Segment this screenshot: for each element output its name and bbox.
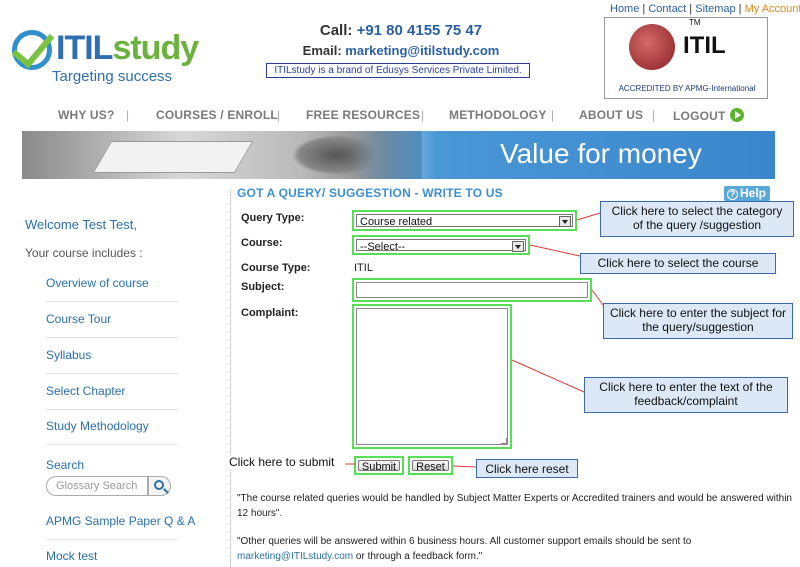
email-link[interactable]: marketing@itilstudy.com (345, 43, 499, 58)
nav-logout-label: LOGOUT (673, 109, 726, 123)
top-link-my-account[interactable]: My Account (745, 3, 800, 15)
complaint-textarea-field[interactable] (356, 308, 508, 445)
reset-button[interactable]: Reset (412, 460, 449, 473)
nav-separator: | (277, 108, 281, 122)
email-line: Email: marketing@itilstudy.com (270, 43, 532, 58)
callout-line-query-type (576, 212, 601, 221)
banner-text: Value for money (500, 138, 702, 169)
search-label: Search (46, 458, 85, 472)
resize-grip-icon[interactable] (501, 438, 507, 444)
note-course-queries: "The course related queries would be han… (237, 493, 792, 519)
search-button[interactable] (148, 476, 171, 496)
sidebar-item-apmg-sample-paper[interactable]: APMG Sample Paper Q & A (46, 514, 195, 540)
nav-courses-enroll[interactable]: COURSES / ENROLL (156, 108, 278, 122)
logo-tagline: Targeting success (52, 68, 173, 85)
glossary-search-input[interactable]: Glossary Search (46, 476, 148, 496)
sidebar-item-overview[interactable]: Overview of course (46, 276, 178, 302)
brand-line: ITILstudy is a brand of Edusys Services … (266, 63, 530, 78)
callout-line-complaint (511, 359, 585, 393)
query-type-select[interactable]: Course related (352, 210, 577, 231)
reset-button-wrap: Reset (408, 456, 453, 475)
callout-line-reset (452, 465, 477, 468)
top-link-home[interactable]: Home (610, 3, 639, 15)
sidebar-item-course-tour[interactable]: Course Tour (46, 312, 178, 338)
call-line: Call: +91 80 4155 75 47 (270, 22, 532, 39)
sidebar-item-study-methodology[interactable]: Study Methodology (46, 419, 178, 445)
nav-separator: | (551, 108, 555, 122)
welcome-text: Welcome Test Test, (25, 217, 137, 232)
help-icon: ? (727, 189, 738, 200)
main-nav: WHY US? | COURSES / ENROLL | FREE RESOUR… (0, 106, 800, 126)
sidebar-item-select-chapter[interactable]: Select Chapter (46, 384, 178, 410)
badge-tm: TM (689, 18, 701, 27)
course-type-value: ITIL (354, 262, 373, 274)
support-email-link[interactable]: marketing@ITILstudy.com (237, 551, 353, 562)
query-type-value: Course related (360, 216, 433, 228)
callout-subject: Click here to enter the subject for the … (603, 303, 793, 339)
callout-complaint: Click here to enter the text of the feed… (584, 377, 788, 413)
nav-logout[interactable]: LOGOUT (673, 108, 744, 123)
nav-about-us[interactable]: ABOUT US (579, 108, 643, 122)
callout-query-type: Click here to select the category of the… (600, 201, 794, 237)
top-links: Home | Contact | Sitemap | My Account (610, 3, 800, 15)
itil-swirl-icon (629, 24, 675, 70)
course-select[interactable]: --Select-- (352, 235, 530, 255)
logo[interactable]: ITILstudy (56, 29, 199, 67)
submit-button[interactable]: Submit (358, 460, 400, 473)
nav-separator: | (126, 108, 130, 122)
top-link-contact[interactable]: Contact (648, 3, 686, 15)
form-heading: GOT A QUERY/ SUGGESTION - WRITE TO US (237, 186, 503, 200)
call-number: +91 80 4155 75 47 (356, 22, 483, 39)
banner: Value for money (22, 131, 775, 179)
sidebar-item-syllabus[interactable]: Syllabus (46, 348, 178, 374)
search-icon (154, 480, 164, 490)
callout-course: Click here to select the course (580, 253, 776, 274)
badge-text: ITIL (683, 32, 726, 59)
chevron-down-icon (512, 241, 524, 252)
nav-free-resources[interactable]: FREE RESOURCES (306, 108, 420, 122)
course-label: Course: (241, 237, 283, 249)
course-includes-label: Your course includes : (25, 246, 143, 260)
note-other-queries: "Other queries will be answered within 6… (237, 534, 792, 564)
subject-input-field[interactable] (356, 282, 588, 298)
query-type-label: Query Type: (241, 212, 305, 224)
callout-submit: Click here to submit (229, 455, 335, 469)
top-link-sitemap[interactable]: Sitemap (695, 3, 735, 15)
complaint-textarea[interactable] (352, 304, 512, 449)
nav-separator: | (652, 108, 656, 122)
callout-line-subject (591, 289, 604, 306)
help-label: Help (740, 186, 767, 200)
course-value: --Select-- (360, 241, 406, 253)
nav-methodology[interactable]: METHODOLOGY (449, 108, 547, 122)
nav-separator: | (421, 108, 425, 122)
email-label: Email: (302, 43, 342, 58)
nav-why-us[interactable]: WHY US? (58, 108, 115, 122)
itil-accreditation-badge: TM ITIL ACCREDITED BY APMG-International (604, 17, 768, 99)
note-other-text: "Other queries will be answered within 6… (237, 536, 692, 547)
call-label: Call: (319, 22, 353, 39)
subject-input[interactable] (352, 278, 592, 302)
sidebar-divider (230, 190, 231, 567)
logo-study: study (112, 29, 199, 67)
callout-reset: Click here reset (476, 459, 578, 478)
play-icon (729, 108, 744, 122)
complaint-label: Complaint: (241, 307, 299, 319)
callout-line-course (529, 244, 581, 257)
note-other-text-end: or through a feedback form." (353, 551, 483, 562)
course-type-label: Course Type: (241, 262, 311, 274)
logo-main: ITIL (56, 29, 113, 67)
submit-button-wrap: Submit (354, 456, 404, 475)
badge-accredited: ACCREDITED BY APMG-International (618, 84, 756, 93)
help-button[interactable]: ? Help (724, 186, 770, 201)
sidebar-item-mock-test[interactable]: Mock test (46, 549, 178, 567)
chevron-down-icon (559, 216, 571, 227)
subject-label: Subject: (241, 281, 285, 293)
